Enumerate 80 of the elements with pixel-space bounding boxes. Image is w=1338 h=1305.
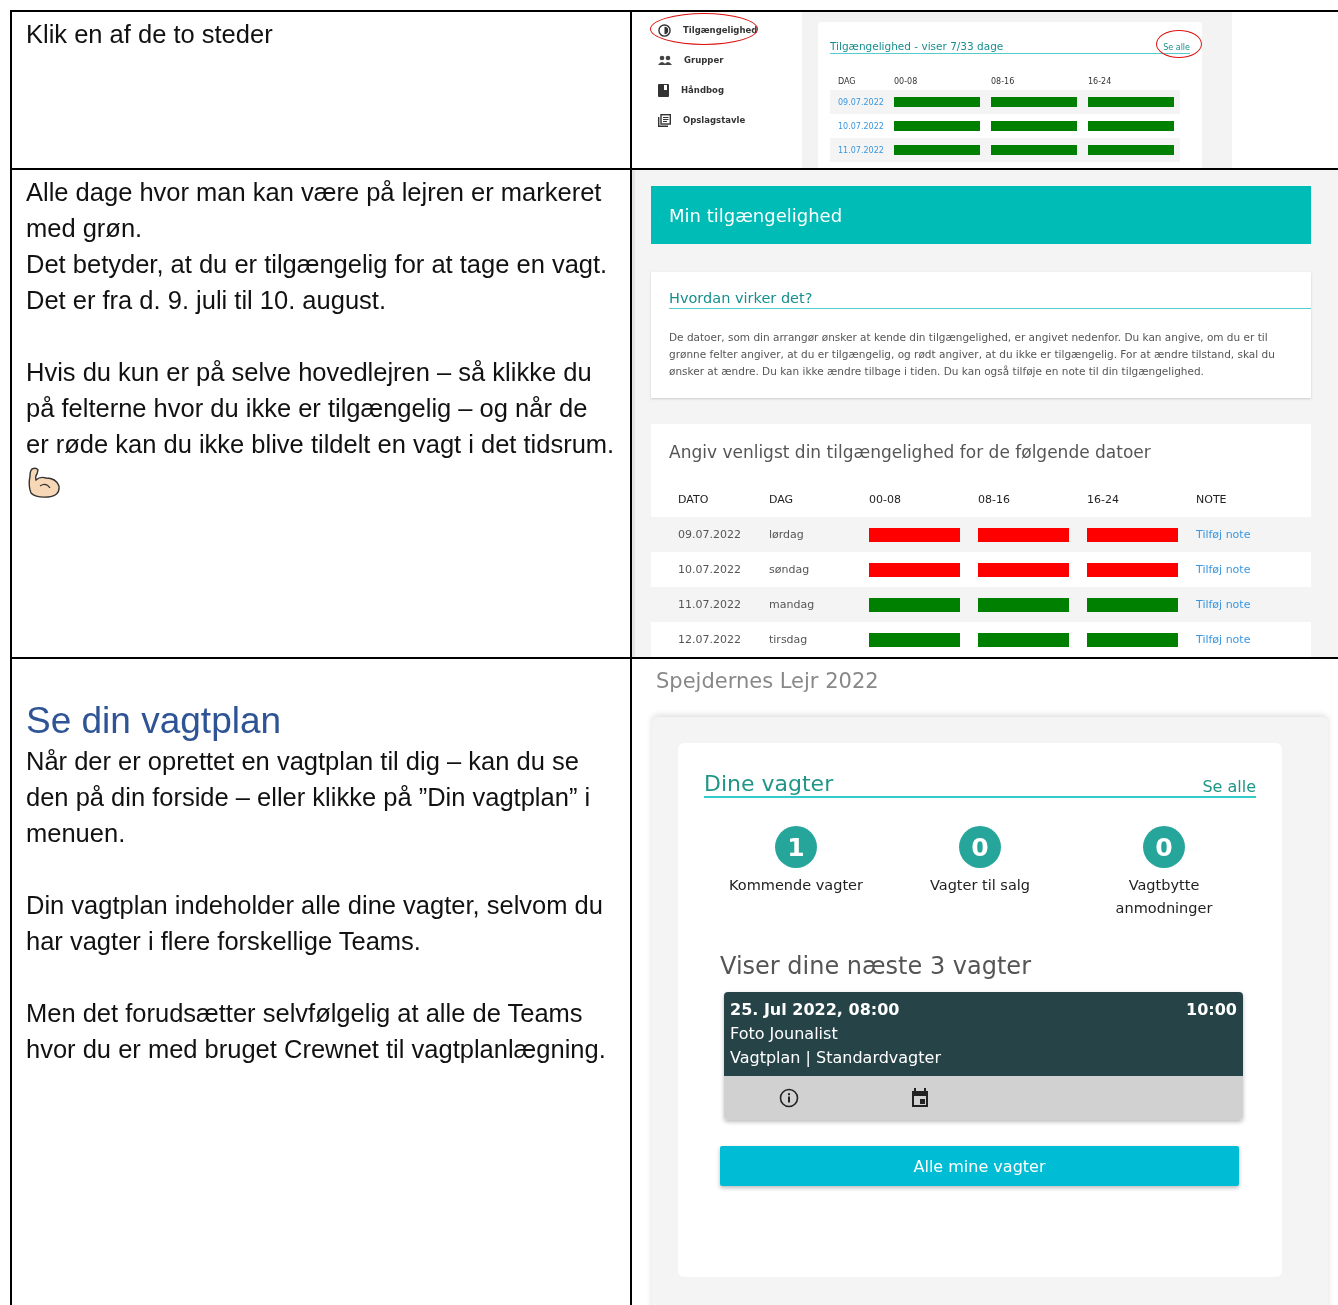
newspaper-icon xyxy=(658,113,671,127)
book-icon xyxy=(658,83,669,97)
shift-plan: Vagtplan | Standardvagter xyxy=(730,1047,942,1069)
page-header: Min tilgængelighed xyxy=(651,186,1311,244)
flexed-arm-icon xyxy=(26,466,62,500)
add-note-link[interactable]: Tilføj note xyxy=(1196,563,1251,576)
column-header: 16-24 xyxy=(1086,492,1120,508)
sidebar-item[interactable]: Håndbog xyxy=(681,85,724,95)
event-title: Spejdernes Lejr 2022 xyxy=(656,669,880,693)
body-text: Hvis du kun er på selve hovedlejren – så klikke du på felterne hvor du ikke er tilgængelig – og når de er røde kan du ikke blive tildelt en vagt i det tidsrum. xyxy=(26,357,616,460)
body-text: Men det forudsætter selvfølgelig at alle de Teams hvor du er med bruget Crewnet til vagtplanlægning. xyxy=(26,998,607,1065)
add-note-link[interactable]: Tilføj note xyxy=(1196,633,1251,646)
table-cell-text: 10.07.2022 xyxy=(677,562,742,578)
available-slot[interactable] xyxy=(1087,632,1178,647)
card-title: Angiv venligst din tilgængelighed for de følgende datoer xyxy=(668,442,1152,462)
unavailable-slot[interactable] xyxy=(978,562,1069,577)
table-cell-text: tirsdag xyxy=(768,632,809,648)
date-link[interactable]: 10.07.2022 xyxy=(830,114,886,138)
calendar-icon[interactable] xyxy=(911,1088,929,1108)
help-text: grønne felter angiver, at du er tilgængelig, og rødt angiver, at du ikke er tilgængelig. For at ændre tilstand, skal du xyxy=(669,347,1276,362)
stat-label: Kommende vagter xyxy=(728,876,864,895)
sidebar-item[interactable]: Tilgængelighed xyxy=(683,25,758,35)
date-link[interactable]: 09.07.2022 xyxy=(830,90,886,114)
column-header: DAG xyxy=(768,492,795,508)
date-link[interactable]: 11.07.2022 xyxy=(830,138,886,162)
column-header: 16-24 xyxy=(1087,75,1113,88)
table-cell-text: 12.07.2022 xyxy=(677,632,742,648)
count-badge: 0 xyxy=(1143,826,1185,868)
card-title: Tilgængelighed - viser 7/33 dage xyxy=(830,40,1004,52)
unavailable-slot[interactable] xyxy=(869,527,960,542)
table-cell: lørdag xyxy=(742,517,851,552)
body-text: Klik en af de to steder xyxy=(26,19,274,50)
count-badge: 1 xyxy=(775,826,817,868)
unavailable-slot[interactable] xyxy=(869,562,960,577)
help-text: De datoer, som din arrangør ønsker at kende din tilgængelighed, er angivet nedenfor. Du kan angive, om du er til xyxy=(669,330,1269,345)
body-text: Det er fra d. 9. juli til 10. august. xyxy=(26,285,387,316)
column-header: NOTE xyxy=(1195,492,1228,508)
clock-icon xyxy=(658,23,671,37)
table-cell: 11.07.2022 xyxy=(651,587,742,622)
available-slot[interactable] xyxy=(869,597,960,612)
table-cell: mandag xyxy=(742,587,851,622)
column-header: 08-16 xyxy=(977,492,1011,508)
available-slot[interactable] xyxy=(978,597,1069,612)
column-header: DAG xyxy=(837,75,857,88)
unavailable-slot[interactable] xyxy=(978,527,1069,542)
people-icon xyxy=(658,55,672,65)
sidebar-item[interactable]: Grupper xyxy=(684,55,724,65)
section-title: Viser dine næste 3 vagter xyxy=(720,952,1032,980)
table-cell-text: søndag xyxy=(768,562,811,578)
help-text: ønsker at ændre. Du kan ikke ændre tilbage i tiden. Du kan også tilføje en note til din tilgængelighed. xyxy=(669,364,1205,379)
see-all-link[interactable]: Se alle xyxy=(1163,43,1190,52)
available-slot[interactable] xyxy=(978,632,1069,647)
column-header: 00-08 xyxy=(868,492,902,508)
card-title: Hvordan virker det? xyxy=(669,290,1311,309)
section-heading: Se din vagtplan xyxy=(26,699,283,743)
column-header: 08-16 xyxy=(990,75,1016,88)
shift-role: Foto Jounalist xyxy=(730,1023,839,1045)
shift-end: 10:00 xyxy=(1186,999,1237,1021)
body-text: Når der er oprettet en vagtplan til dig – kan du se den på din forside – eller klikke på ”Din vagtplan” i menuen. xyxy=(26,746,592,849)
available-slot[interactable] xyxy=(1087,597,1178,612)
shift-start: 25. Jul 2022, 08:00 xyxy=(730,999,900,1021)
stat-label: Vagtbytte anmodninger xyxy=(1114,876,1214,918)
body-text: Det betyder, at du er tilgængelig for at tage en vagt. xyxy=(26,249,609,280)
see-all-link[interactable]: Se alle xyxy=(1202,777,1256,796)
all-shifts-button[interactable]: Alle mine vagter xyxy=(720,1146,1239,1186)
column-header: DATO xyxy=(677,492,710,508)
count-badge: 0 xyxy=(959,826,1001,868)
card-title: Dine vagter xyxy=(704,771,834,796)
sidebar-item[interactable]: Opslagstavle xyxy=(683,115,746,125)
table-cell: 09.07.2022 xyxy=(651,517,742,552)
unavailable-slot[interactable] xyxy=(1087,562,1178,577)
add-note-link[interactable]: Tilføj note xyxy=(1196,598,1251,611)
stat-label: Vagter til salg xyxy=(928,876,1032,895)
column-header: 00-08 xyxy=(893,75,919,88)
unavailable-slot[interactable] xyxy=(1087,527,1178,542)
body-text: Alle dage hvor man kan være på lejren er markeret med grøn. xyxy=(26,177,603,244)
body-text: Din vagtplan indeholder alle dine vagter, selvom du har vagter i flere forskellige Teams. xyxy=(26,890,604,957)
add-note-link[interactable]: Tilføj note xyxy=(1196,528,1251,541)
info-icon[interactable] xyxy=(779,1088,799,1108)
available-slot[interactable] xyxy=(869,632,960,647)
